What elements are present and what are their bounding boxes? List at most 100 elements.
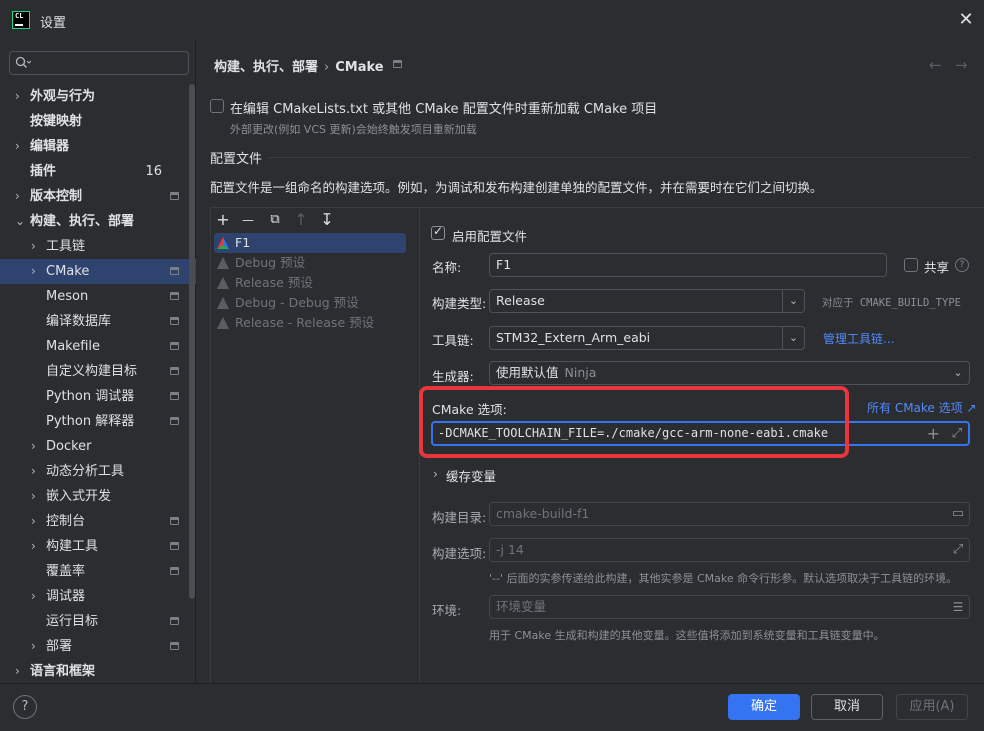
chevron-icon[interactable]: › [31,259,36,284]
close-icon[interactable]: ✕ [955,9,977,31]
sidebar-item[interactable]: Python 调试器 [0,384,196,409]
chevron-icon[interactable]: ⌄ [15,209,25,234]
build-type-label: 构建类型: [432,296,487,311]
move-up-icon[interactable]: ↑ [291,208,311,232]
build-options-field[interactable]: -j 14 ⤢ [489,538,970,562]
name-field[interactable]: F1 [489,253,887,277]
sidebar-item[interactable]: › 部署 [0,634,196,659]
help-button[interactable]: ? [13,695,37,719]
sidebar-item-label: 调试器 [46,589,86,604]
chevron-icon[interactable]: › [31,584,36,609]
generator-select[interactable]: 使用默认值 Ninja ⌄ [489,361,970,385]
cancel-button[interactable]: 取消 [811,694,883,720]
sidebar-item-label: Python 解释器 [46,414,135,429]
sidebar-item[interactable]: › 外观与行为 [0,84,196,109]
chevron-icon[interactable]: › [31,434,36,459]
sidebar-item[interactable]: › 编辑器 [0,134,196,159]
cmake-triangle-icon [217,237,229,249]
generator-hint: Ninja [564,365,597,380]
add-profile-icon[interactable]: + [213,208,233,232]
sidebar-scrollbar[interactable] [189,84,195,599]
environment-hint: 用于 CMake 生成和构建的其他变量。这些值将添加到系统变量和工具链变量中。 [489,629,885,642]
profile-list-item[interactable]: Release - Release 预设 [214,313,406,333]
sidebar-item[interactable]: Python 解释器 [0,409,196,434]
forward-arrow-icon[interactable]: → [955,56,968,74]
copy-profile-icon[interactable]: ⧉ [265,208,285,232]
sidebar-item[interactable]: ⌄ 构建、执行、部署 [0,209,196,234]
move-down-icon[interactable]: ↧ [317,208,337,232]
sidebar-item[interactable]: › 构建工具 [0,534,196,559]
chevron-icon[interactable]: › [15,84,20,109]
sidebar-item[interactable]: › 语言和框架 [0,659,196,684]
sidebar-item[interactable]: › 版本控制 [0,184,196,209]
sidebar-item[interactable]: › 嵌入式开发 [0,484,196,509]
chevron-icon[interactable]: › [15,134,20,159]
chevron-icon[interactable]: › [31,509,36,534]
profile-list-item[interactable]: Release 预设 [214,273,406,293]
profile-list-item[interactable]: Debug - Debug 预设 [214,293,406,313]
remove-profile-icon[interactable]: — [238,208,258,232]
insert-macro-icon[interactable]: + [927,423,940,444]
folder-icon[interactable]: ▭ [947,503,969,525]
sidebar-item-label: Python 调试器 [46,389,135,404]
sidebar-item-label: 嵌入式开发 [46,489,112,504]
cache-vars-chevron-icon[interactable]: › [433,466,438,481]
project-settings-icon [170,192,179,200]
sidebar-item[interactable]: 编译数据库 [0,309,196,334]
sidebar-item[interactable]: 覆盖率 [0,559,196,584]
cmake-triangle-icon [217,277,229,289]
chevron-icon[interactable]: › [15,659,20,684]
build-type-select[interactable]: Release ⌄ [489,289,805,313]
environment-field[interactable]: 环境变量 ☰ [489,595,970,619]
cmake-options-value: -DCMAKE_TOOLCHAIN_FILE=./cmake/gcc-arm-n… [438,426,829,440]
sidebar-item[interactable]: 自定义构建目标 [0,359,196,384]
project-settings-icon [170,417,179,425]
cmake-triangle-icon [217,297,229,309]
sidebar-item[interactable]: › 调试器 [0,584,196,609]
sidebar-item-label: 语言和框架 [30,664,96,679]
profile-list-item[interactable]: F1 [214,233,406,253]
sidebar-item[interactable]: Makefile [0,334,196,359]
chevron-icon[interactable]: › [15,184,20,209]
search-input[interactable] [9,51,189,75]
cache-vars-toggle[interactable]: 缓存变量 [446,466,496,485]
section-divider [268,157,970,158]
back-arrow-icon[interactable]: ← [929,56,942,74]
expand-icon[interactable]: ⤢ [947,539,969,561]
project-settings-icon [170,392,179,400]
sidebar-item[interactable]: 按键映射 [0,109,196,134]
build-dir-label: 构建目录: [432,510,487,525]
share-checkbox[interactable] [904,258,918,272]
sidebar-item[interactable]: › 控制台 [0,509,196,534]
chevron-icon[interactable]: › [31,459,36,484]
ok-button[interactable]: 确定 [728,694,800,720]
chevron-icon[interactable]: › [31,234,36,259]
sidebar-item[interactable]: › 工具链 [0,234,196,259]
sidebar-item[interactable]: › 动态分析工具 [0,459,196,484]
edit-list-icon[interactable]: ☰ [947,596,969,618]
apply-button[interactable]: 应用(A) [896,694,968,720]
enable-profile-checkbox[interactable] [431,224,445,240]
sidebar-item[interactable]: 运行目标 [0,609,196,634]
sidebar-item[interactable]: › Docker [0,434,196,459]
all-cmake-options-link[interactable]: 所有 CMake 选项 ↗ [867,399,977,416]
breadcrumb-parent[interactable]: 构建、执行、部署 [214,60,318,75]
chevron-icon[interactable]: › [31,484,36,509]
project-settings-icon [170,342,179,350]
chevron-icon[interactable]: › [31,634,36,659]
sidebar-item[interactable]: Meson [0,284,196,309]
profile-list-item[interactable]: Debug 预设 [214,253,406,273]
reload-cmake-checkbox[interactable] [210,99,224,113]
toolchain-select[interactable]: STM32_Extern_Arm_eabi ⌄ [489,326,805,350]
sidebar-item[interactable]: › CMake [0,259,196,284]
build-options-hint: '--' 后面的实参传递给此构建，其他实参是 CMake 命令行形参。默认选项取… [489,572,958,585]
sidebar-item[interactable]: 插件 16 [0,159,196,184]
help-circle-icon[interactable]: ? [955,258,969,272]
chevron-icon[interactable]: › [31,534,36,559]
breadcrumb-separator: › [324,60,330,75]
expand-icon[interactable]: ⤢ [952,423,962,444]
build-dir-field[interactable]: cmake-build-f1 ▭ [489,502,970,526]
manage-toolchains-link[interactable]: 管理工具链... [823,330,894,347]
cmake-options-field[interactable]: -DCMAKE_TOOLCHAIN_FILE=./cmake/gcc-arm-n… [431,421,970,446]
app-logo-icon: CL [12,11,30,29]
